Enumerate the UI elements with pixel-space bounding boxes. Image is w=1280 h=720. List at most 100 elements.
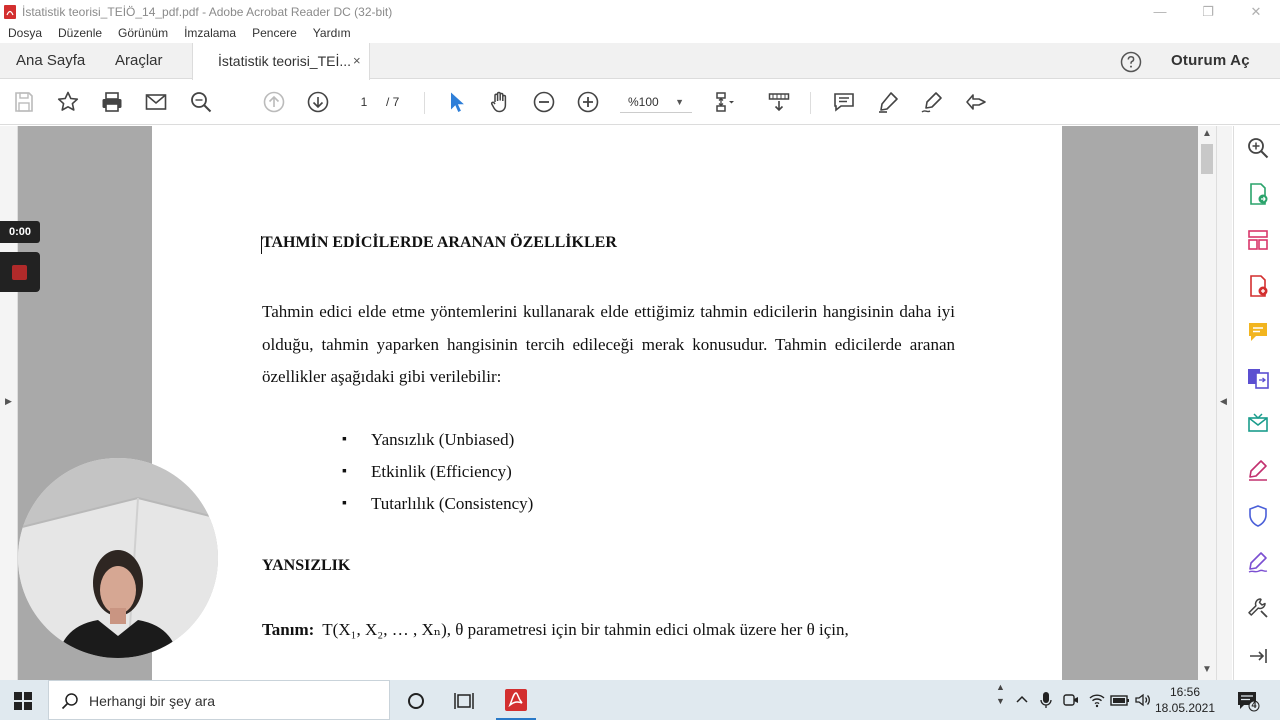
menu-file[interactable]: Dosya — [8, 26, 42, 40]
definition-text: T(X₁, X₂, … , Xₙ), θ parametresi için bi… — [322, 620, 849, 639]
send-for-review-icon[interactable] — [1246, 412, 1270, 436]
scrollbar-thumb[interactable] — [1201, 144, 1213, 174]
bookmark-star-icon[interactable] — [56, 90, 80, 114]
scroll-tray-arrows[interactable]: ▲ ▼ — [996, 680, 1006, 708]
recording-timer: 0:00 — [0, 221, 40, 243]
organize-pages-icon[interactable] — [1246, 228, 1270, 252]
comment-icon[interactable] — [832, 90, 856, 114]
list-item: Yansızlık (Unbiased) — [342, 424, 533, 456]
menu-window[interactable]: Pencere — [252, 26, 297, 40]
task-view-icon[interactable] — [453, 690, 475, 712]
heading-unbiasedness: YANSIZLIK — [262, 557, 351, 574]
tab-close-icon[interactable]: × — [353, 53, 361, 68]
taskbar-clock[interactable]: 16:56 18.05.2021 — [1150, 684, 1220, 716]
window-title: İstatistik teorisi_TEİÖ_14_pdf.pdf - Ado… — [22, 4, 393, 19]
more-tools-icon[interactable] — [1246, 596, 1270, 620]
chevron-right-icon: ▶ — [5, 396, 12, 406]
page-number-input[interactable]: 1 — [350, 92, 378, 112]
minimize-button[interactable]: — — [1136, 0, 1184, 23]
share-edit-icon[interactable] — [964, 90, 988, 114]
scroll-up-arrow-icon[interactable]: ▲ — [1202, 128, 1212, 139]
acrobat-window: İstatistik teorisi_TEİÖ_14_pdf.pdf - Ado… — [0, 0, 1280, 720]
restore-button[interactable]: ❐ — [1184, 0, 1232, 23]
action-center-button[interactable]: 4 — [1236, 690, 1260, 712]
list-item: Tutarlılık (Consistency) — [342, 488, 533, 520]
request-signature-icon[interactable] — [1246, 550, 1270, 574]
tab-document[interactable]: İstatistik teorisi_TEİ... × — [192, 43, 370, 80]
menu-view[interactable]: Görünüm — [118, 26, 168, 40]
show-hidden-icons-chevron-icon[interactable] — [1014, 692, 1030, 708]
definition-label: Tanım: — [262, 620, 315, 639]
taskbar-search-box[interactable]: Herhangi bir şey ara — [48, 680, 390, 720]
meet-now-icon[interactable] — [1062, 691, 1080, 709]
clock-date: 18.05.2021 — [1154, 701, 1216, 715]
find-text-icon[interactable] — [189, 90, 213, 114]
tab-home[interactable]: Ana Sayfa — [16, 52, 85, 69]
menu-sign[interactable]: İmzalama — [184, 26, 236, 40]
next-page-icon[interactable] — [306, 90, 330, 114]
highlight-pen-icon[interactable] — [876, 90, 900, 114]
taskbar-acrobat-button[interactable] — [496, 680, 536, 720]
clock-time: 16:56 — [1169, 685, 1201, 699]
combine-files-icon[interactable] — [1246, 366, 1270, 390]
definition-line: Tanım: T(X₁, X₂, … , Xₙ), θ parametresi i… — [262, 620, 849, 640]
tab-tools[interactable]: Araçlar — [115, 52, 163, 69]
page-total: / 7 — [386, 95, 400, 109]
menu-edit[interactable]: Düzenle — [58, 26, 102, 40]
scroll-down-arrow-icon[interactable]: ▼ — [1202, 664, 1212, 675]
chevron-down-icon: ▼ — [675, 97, 684, 107]
select-tool-icon[interactable] — [445, 90, 469, 114]
hand-tool-icon[interactable] — [488, 90, 512, 114]
pdf-page[interactable]: TAHMİN EDİCİLERDE ARANAN ÖZELLİKLER Tahm… — [152, 126, 1062, 680]
chevron-left-icon: ◀ — [1220, 396, 1227, 406]
close-window-button[interactable]: ✕ — [1232, 0, 1280, 23]
zoom-in-icon[interactable] — [576, 90, 600, 114]
left-panel-toggle[interactable]: ▶ — [0, 126, 18, 680]
list-item: Etkinlik (Efficiency) — [342, 456, 533, 488]
acrobat-taskbar-icon — [505, 689, 527, 711]
stop-recording-button[interactable] — [0, 252, 40, 292]
tools-sidebar — [1233, 126, 1280, 680]
protect-shield-icon[interactable] — [1246, 504, 1270, 528]
toolbar-separator — [810, 92, 811, 114]
sign-in-button[interactable]: Oturum Aç — [1171, 52, 1250, 69]
export-pdf-icon[interactable] — [1246, 182, 1270, 206]
window-controls: — ❐ ✕ — [1136, 0, 1280, 23]
menu-bar: Dosya Düzenle Görünüm İmzalama Pencere Y… — [0, 23, 1280, 43]
windows-taskbar: Herhangi bir şey ara ▲ ▼ 16:56 18.05.2021… — [0, 680, 1280, 720]
battery-icon[interactable] — [1110, 692, 1130, 708]
save-icon[interactable] — [12, 90, 36, 114]
sign-pen-icon[interactable] — [920, 90, 944, 114]
right-panel-toggle[interactable]: ◀ — [1216, 126, 1232, 680]
scrolling-mode-icon[interactable] — [767, 90, 791, 114]
create-pdf-icon[interactable] — [1246, 274, 1270, 298]
webcam-person-image — [18, 458, 218, 658]
previous-page-icon[interactable] — [262, 90, 286, 114]
acrobat-app-icon — [4, 4, 16, 19]
fill-sign-icon[interactable] — [1246, 458, 1270, 482]
comment-tool-icon[interactable] — [1246, 320, 1270, 344]
vertical-scrollbar[interactable]: ▲ ▼ — [1198, 126, 1216, 680]
properties-list: Yansızlık (Unbiased) Etkinlik (Efficienc… — [342, 424, 533, 520]
zoom-out-icon[interactable] — [532, 90, 556, 114]
heading-estimator-properties: TAHMİN EDİCİLERDE ARANAN ÖZELLİKLER — [262, 234, 617, 251]
menu-help[interactable]: Yardım — [313, 26, 351, 40]
print-icon[interactable] — [100, 90, 124, 114]
page-fit-icon[interactable] — [712, 90, 736, 114]
page-margin-right — [1062, 126, 1198, 680]
collapse-panel-icon[interactable] — [1246, 644, 1270, 668]
zoom-search-icon[interactable] — [1246, 136, 1270, 160]
tab-document-label: İstatistik teorisi_TEİ... — [218, 53, 352, 69]
toolbar-separator — [424, 92, 425, 114]
cortana-icon[interactable] — [405, 690, 427, 712]
tab-bar: Ana Sayfa Araçlar İstatistik teorisi_TEİ… — [0, 43, 1280, 80]
help-icon[interactable] — [1120, 51, 1142, 73]
email-icon[interactable] — [144, 90, 168, 114]
stop-icon — [12, 265, 27, 280]
intro-paragraph: Tahmin edici elde etme yöntemlerini kull… — [262, 302, 955, 386]
wifi-icon[interactable] — [1088, 691, 1106, 709]
zoom-level-dropdown[interactable]: %100 ▼ — [620, 91, 692, 113]
windows-start-icon[interactable] — [14, 692, 32, 710]
microphone-icon[interactable] — [1038, 691, 1054, 709]
zoom-level-value: %100 — [628, 95, 659, 109]
